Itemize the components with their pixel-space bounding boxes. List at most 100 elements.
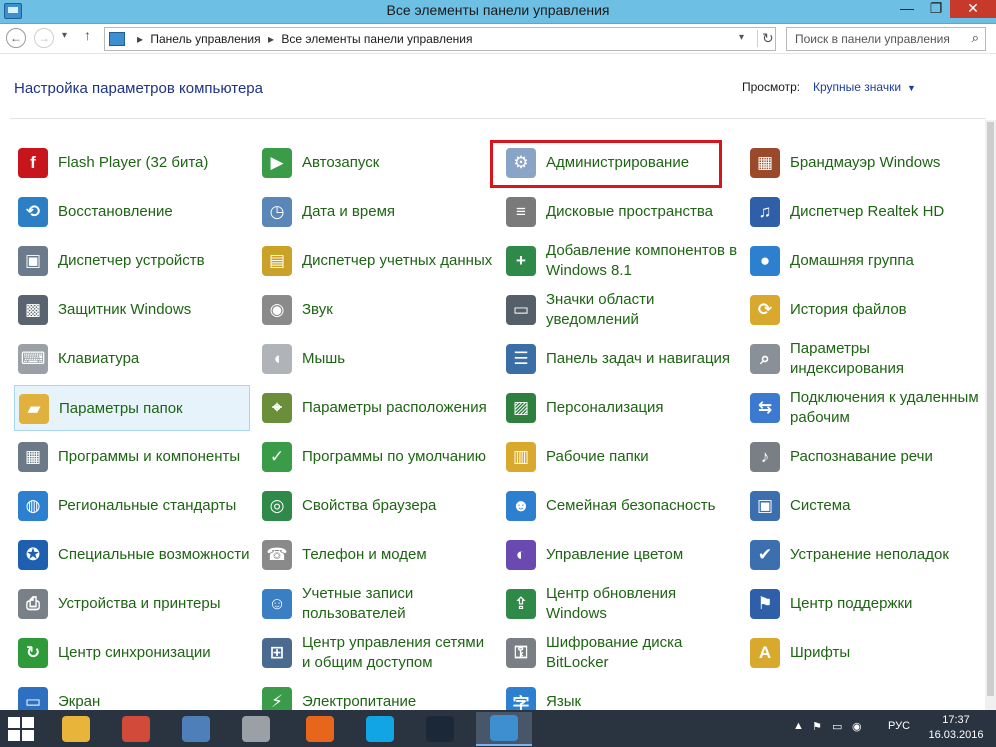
control-panel-item[interactable]: ⊞ Центр управления сетями и общим доступо… (258, 630, 494, 676)
taskbar-button[interactable] (476, 712, 532, 746)
control-panel-item[interactable]: ▤ Диспетчер учетных данных (258, 238, 494, 284)
control-panel-item[interactable]: ☎ Телефон и модем (258, 532, 494, 578)
control-panel-item[interactable]: ▩ Защитник Windows (14, 287, 250, 333)
content-header: Настройка параметров компьютера Просмотр… (0, 54, 996, 120)
control-panel-item-label: Специальные возможности (58, 546, 250, 563)
breadcrumb-all-items[interactable]: Все элементы панели управления (281, 32, 472, 46)
control-panel-item-label: Шрифты (790, 644, 851, 661)
control-panel-item[interactable]: ● Домашняя группа (746, 238, 982, 284)
taskbar-button[interactable] (228, 712, 284, 746)
control-panel-item[interactable]: ◎ Свойства браузера (258, 483, 494, 529)
control-panel-item[interactable]: f Flash Player (32 бита) (14, 140, 250, 186)
view-mode-dropdown[interactable]: Крупные значки ▼ (813, 80, 916, 94)
clock[interactable]: 17:37 16.03.2016 (922, 713, 990, 743)
taskbar-button[interactable] (352, 712, 408, 746)
refresh-button[interactable]: ↻ (757, 30, 774, 47)
control-panel-item[interactable]: ⟳ История файлов (746, 287, 982, 333)
address-bar[interactable]: ▸ Панель управления ▸ Все элементы панел… (104, 27, 776, 51)
minimize-button[interactable]: — (892, 0, 922, 18)
control-panel-item[interactable]: ▰ Параметры папок (14, 385, 250, 431)
steam-icon (426, 716, 454, 742)
control-panel-item[interactable]: ⚑ Центр поддержки (746, 581, 982, 627)
control-panel-item[interactable]: ⇪ Центр обновления Windows (502, 581, 738, 627)
control-panel-item-label: Брандмауэр Windows (790, 154, 941, 171)
firewall-icon: ▦ (750, 148, 780, 178)
control-panel-item[interactable]: ♫ Диспетчер Realtek HD (746, 189, 982, 235)
control-panel-item[interactable]: ▶ Автозапуск (258, 140, 494, 186)
input-language-indicator[interactable]: РУС (888, 720, 910, 732)
taskbar-button[interactable] (292, 712, 348, 746)
control-panel-item[interactable]: ≡ Дисковые пространства (502, 189, 738, 235)
control-panel-item[interactable]: ◐ Управление цветом (502, 532, 738, 578)
control-panel-item[interactable]: ⎙ Устройства и принтеры (14, 581, 250, 627)
taskbar-button[interactable] (168, 712, 224, 746)
control-panel-item[interactable]: ☰ Панель задач и навигация (502, 336, 738, 382)
show-hidden-icons-button[interactable]: ▲ (793, 720, 804, 732)
control-panel-item[interactable]: ◍ Региональные стандарты (14, 483, 250, 529)
control-panel-item[interactable]: ⟲ Восстановление (14, 189, 250, 235)
recent-locations-dropdown[interactable]: ▾ (62, 30, 67, 41)
control-panel-item[interactable]: ▦ Программы и компоненты (14, 434, 250, 480)
close-button[interactable]: ✕ (950, 0, 996, 18)
breadcrumb-separator[interactable]: ▸ (137, 32, 143, 46)
vertical-scrollbar[interactable] (985, 120, 996, 710)
control-panel-item[interactable]: ✔ Устранение неполадок (746, 532, 982, 578)
control-panel-item[interactable]: ⌖ Параметры расположения (258, 385, 494, 431)
control-panel-item-label: Свойства браузера (302, 497, 437, 514)
control-panel-item[interactable]: + Добавление компонентов в Windows 8.1 (502, 238, 738, 284)
control-panel-item[interactable]: ⚡ Электропитание (258, 679, 494, 710)
control-panel-item[interactable]: ▦ Брандмауэр Windows (746, 140, 982, 186)
chevron-down-icon[interactable]: ▼ (907, 83, 916, 93)
search-input[interactable] (795, 29, 965, 49)
taskbar-button[interactable] (412, 712, 468, 746)
control-panel-item[interactable]: ▥ Рабочие папки (502, 434, 738, 480)
taskbar-button[interactable] (48, 712, 104, 746)
control-panel-item-label: Звук (302, 301, 333, 318)
control-panel-item[interactable]: ✓ Программы по умолчанию (258, 434, 494, 480)
windows-defender-icon: ▩ (18, 295, 48, 325)
start-button[interactable] (6, 716, 36, 742)
region-icon: ◍ (18, 491, 48, 521)
up-button[interactable]: ↑ (84, 27, 91, 43)
control-panel-item[interactable]: ⚙ Администрирование (502, 140, 738, 186)
address-dropdown-icon[interactable]: ▾ (739, 32, 744, 43)
control-panel-item[interactable]: ♪ Распознавание речи (746, 434, 982, 480)
back-button[interactable]: ← (6, 28, 26, 48)
control-panel-item[interactable]: ◷ Дата и время (258, 189, 494, 235)
control-panel-item[interactable]: ⌨ Клавиатура (14, 336, 250, 382)
maximize-button[interactable]: ❐ (922, 0, 950, 18)
control-panel-item-label: Распознавание речи (790, 448, 933, 465)
control-panel-item[interactable]: A Шрифты (746, 630, 982, 676)
control-panel-item[interactable]: ▣ Система (746, 483, 982, 529)
control-panel-item[interactable]: ⚿ Шифрование диска BitLocker (502, 630, 738, 676)
control-panel-item[interactable]: ▭ Экран (14, 679, 250, 710)
breadcrumb-control-panel[interactable]: Панель управления (150, 32, 260, 46)
control-panel-item[interactable]: ◉ Звук (258, 287, 494, 333)
control-panel-item[interactable]: ◖ Мышь (258, 336, 494, 382)
breadcrumb-separator[interactable]: ▸ (268, 32, 274, 46)
network-icon[interactable]: ▭ (832, 720, 842, 733)
search-box[interactable]: ⌕ (786, 27, 986, 51)
control-panel-item-label: Управление цветом (546, 546, 684, 563)
header-divider (10, 118, 986, 119)
taskbar-button[interactable] (108, 712, 164, 746)
control-panel-item[interactable]: ▨ Персонализация (502, 385, 738, 431)
control-panel-item[interactable]: ☻ Семейная безопасность (502, 483, 738, 529)
control-panel-item[interactable]: ▭ Значки области уведомлений (502, 287, 738, 333)
control-panel-item[interactable]: ▣ Диспетчер устройств (14, 238, 250, 284)
view-mode-value[interactable]: Крупные значки (813, 80, 901, 94)
action-center-flag-icon[interactable]: ⚑ (812, 720, 822, 733)
scrollbar-thumb[interactable] (987, 122, 994, 696)
control-panel-item[interactable]: ✪ Специальные возможности (14, 532, 250, 578)
indexing-options-icon: ⌕ (750, 344, 780, 374)
search-icon[interactable]: ⌕ (972, 30, 979, 46)
control-panel-item[interactable]: ⇆ Подключения к удаленным рабочим (746, 385, 982, 431)
control-panel-item[interactable]: ⌕ Параметры индексирования (746, 336, 982, 382)
user-accounts-icon: ☺ (262, 589, 292, 619)
volume-icon[interactable]: ◉ (852, 720, 862, 733)
control-panel-item[interactable]: 字 Язык (502, 679, 738, 710)
control-panel-item[interactable]: ☺ Учетные записи пользователей (258, 581, 494, 627)
forward-button[interactable]: → (34, 28, 54, 48)
control-panel-item[interactable]: ↻ Центр синхронизации (14, 630, 250, 676)
control-panel-item-label: Панель задач и навигация (546, 350, 731, 367)
